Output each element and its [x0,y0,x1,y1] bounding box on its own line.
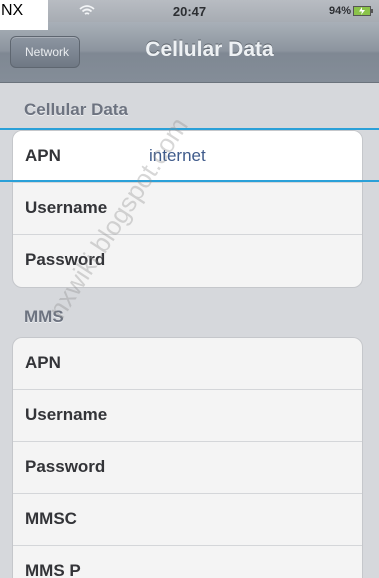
nx-label: NX [0,0,48,30]
status-time: 20:47 [172,4,207,19]
navigation-bar: Network Cellular Data [0,22,379,83]
mms-proxy-field[interactable]: MMS P [13,546,362,578]
mmsc-label: MMSC [25,509,77,528]
password-field[interactable]: Password [13,235,362,287]
mms-group: APN Username Password MMSC MMS P [12,337,363,578]
mmsc-field[interactable]: MMSC [13,494,362,546]
highlight-line-bottom [0,180,379,182]
battery-charging-icon [353,6,373,16]
mms-password-field[interactable]: Password [13,442,362,494]
mms-proxy-label: MMS P [25,561,81,578]
status-bar: 20:47 94% [0,0,379,22]
apn-field[interactable]: APN internet [13,131,362,183]
battery-percentage: 94% [328,5,351,17]
mms-username-label: Username [25,405,108,424]
mms-password-label: Password [25,457,106,476]
mms-apn-label: APN [25,353,61,372]
mms-apn-field[interactable]: APN [13,338,362,390]
username-field[interactable]: Username [13,183,362,235]
page-title: Cellular Data [145,38,274,61]
section-header-cellular-data: Cellular Data [24,100,128,119]
username-label: Username [25,198,108,217]
cellular-data-group: APN internet Username Password [12,130,363,288]
highlight-line-top [0,128,379,130]
password-label: Password [25,250,106,269]
apn-label: APN [25,146,61,165]
mms-username-field[interactable]: Username [13,390,362,442]
section-header-mms: MMS [24,307,64,326]
apn-value[interactable]: internet [149,146,206,166]
